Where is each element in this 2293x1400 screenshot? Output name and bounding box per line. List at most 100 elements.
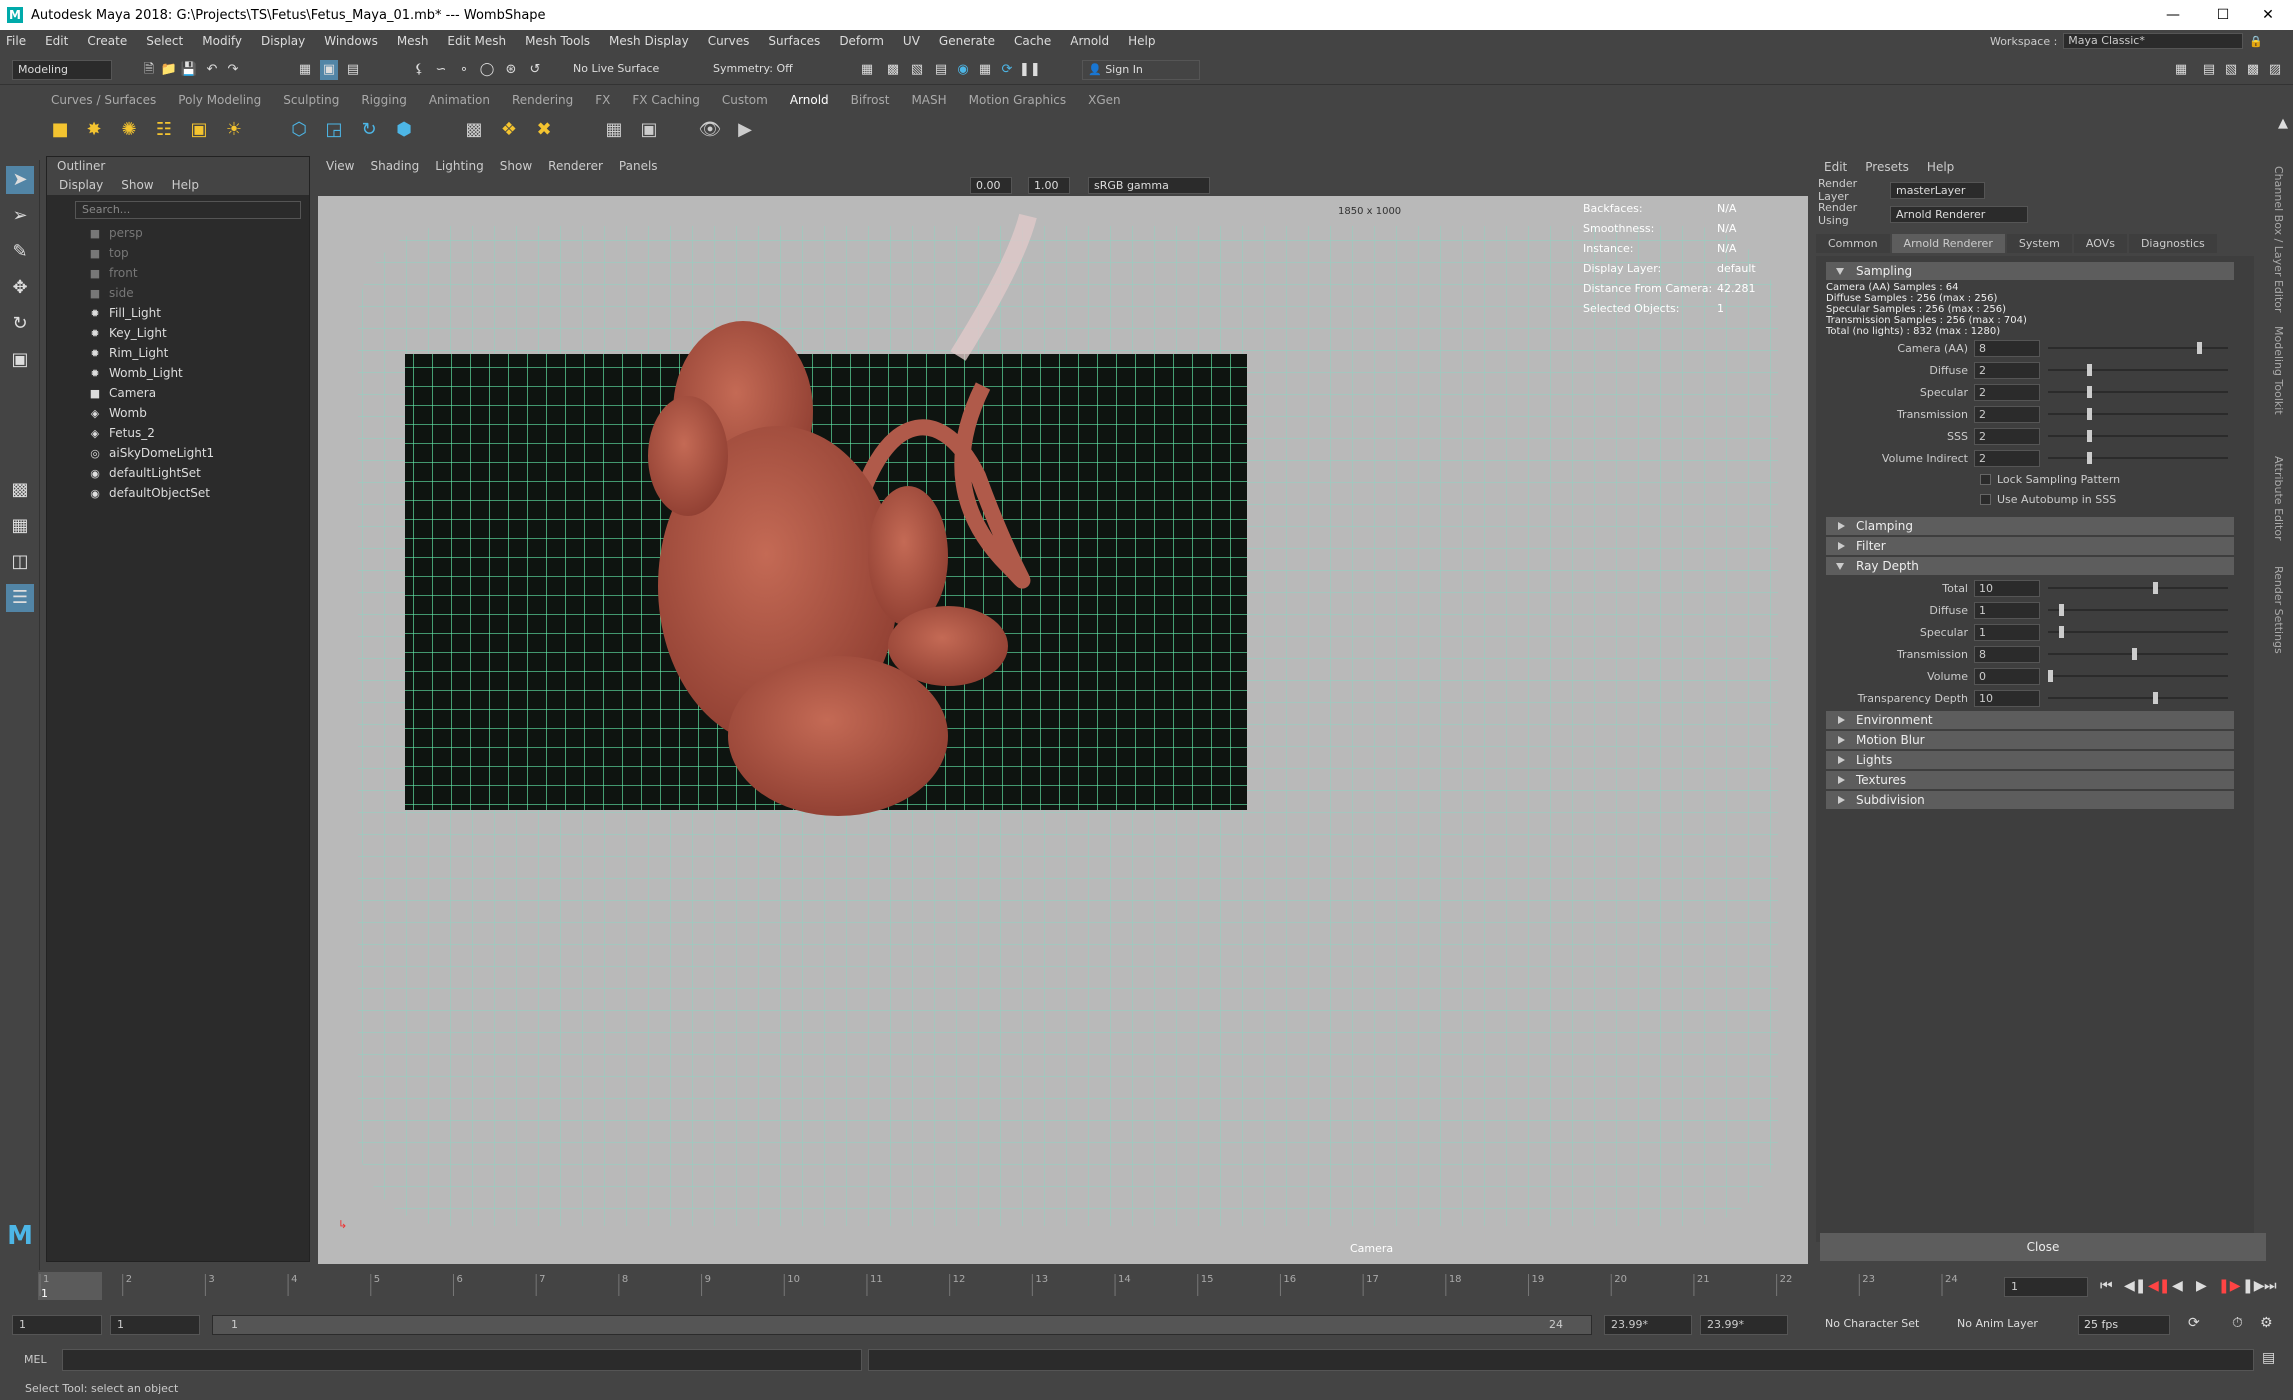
viewport-menu-panels[interactable]: Panels xyxy=(619,156,658,176)
arnold-ipr-icon[interactable]: ⟳ xyxy=(998,60,1016,80)
slider-handle[interactable] xyxy=(2086,364,2092,376)
area-light-icon[interactable]: ■ xyxy=(46,116,74,144)
rotate-tool-icon[interactable]: ↻ xyxy=(6,310,34,338)
select-object-icon[interactable]: ▣ xyxy=(320,60,338,80)
outliner-menu-help[interactable]: Help xyxy=(172,175,199,195)
frame-lights[interactable]: Lights xyxy=(1826,751,2234,769)
anim-layer-dropdown[interactable]: No Anim Layer xyxy=(1952,1315,2070,1335)
attribute-field[interactable]: 2 xyxy=(1974,383,2040,401)
select-hierarchy-icon[interactable]: ▦ xyxy=(296,60,314,80)
menu-edit[interactable]: Edit xyxy=(45,34,68,48)
curve-collector-icon[interactable]: ↻ xyxy=(355,116,383,144)
flush-cache-icon[interactable]: ❖ xyxy=(495,116,523,144)
ray-depth-frame[interactable]: Ray Depth xyxy=(1826,557,2234,575)
photometric-light-icon[interactable]: ✺ xyxy=(115,116,143,144)
select-tool-icon[interactable]: ➤ xyxy=(6,166,34,194)
attribute-field[interactable]: 0 xyxy=(1974,667,2040,685)
color-space-dropdown[interactable]: sRGB gamma xyxy=(1088,177,1210,194)
render-using-dropdown[interactable]: Arnold Renderer xyxy=(1890,205,2028,223)
open-scene-icon[interactable]: 📁 xyxy=(160,60,178,80)
viewport-menu-show[interactable]: Show xyxy=(500,156,532,176)
frame-subdivision[interactable]: Subdivision xyxy=(1826,791,2234,809)
outliner-item[interactable]: ■ persp xyxy=(47,223,309,243)
frame-motion-blur[interactable]: Motion Blur xyxy=(1826,731,2234,749)
menu-arnold[interactable]: Arnold xyxy=(1070,34,1109,48)
shelf-tab-fx[interactable]: FX xyxy=(584,90,621,110)
far-clip-field[interactable]: 1.00 xyxy=(1028,177,1070,194)
side-tab-modeling-toolkit[interactable]: Modeling Toolkit xyxy=(2272,326,2285,415)
portal-light-icon[interactable]: ▣ xyxy=(185,116,213,144)
viewport-panel[interactable]: View Shading Lighting Show Renderer Panels 0.… xyxy=(318,156,1808,1264)
redo-icon[interactable]: ↷ xyxy=(224,60,242,80)
outliner-item[interactable]: ■ top xyxy=(47,243,309,263)
attribute-slider[interactable] xyxy=(2048,342,2228,354)
outliner-menu-display[interactable]: Display xyxy=(59,175,103,195)
pause-ipr-icon[interactable]: ❚❚ xyxy=(1019,60,1041,80)
tool-settings-icon[interactable]: ▧ xyxy=(2222,60,2240,80)
render-view-shelf-icon[interactable]: 👁 xyxy=(696,116,724,144)
shelf-tab-bifrost[interactable]: Bifrost xyxy=(840,90,901,110)
modeling-toolkit-icon[interactable]: ▦ xyxy=(2172,60,2190,80)
shelf-tab-rendering[interactable]: Rendering xyxy=(501,90,584,110)
menu-mesh-display[interactable]: Mesh Display xyxy=(609,34,689,48)
menu-curves[interactable]: Curves xyxy=(708,34,750,48)
play-backwards-icon[interactable]: ◀ xyxy=(2172,1278,2183,1294)
snap-curve-icon[interactable]: ∽ xyxy=(432,60,450,80)
slider-handle[interactable] xyxy=(2153,582,2158,594)
attribute-slider[interactable] xyxy=(2048,648,2228,660)
scale-tool-icon[interactable]: ▣ xyxy=(6,346,34,374)
render-settings-menu-edit[interactable]: Edit xyxy=(1824,160,1847,174)
slider-handle[interactable] xyxy=(2086,452,2092,464)
select-component-icon[interactable]: ▤ xyxy=(344,60,362,80)
outliner-item[interactable]: ◈ Fetus_2 xyxy=(47,423,309,443)
render-layer-dropdown[interactable]: masterLayer xyxy=(1890,181,1985,199)
attribute-field[interactable]: 2 xyxy=(1974,405,2040,423)
render-settings-menu-help[interactable]: Help xyxy=(1927,160,1954,174)
paint-select-icon[interactable]: ✎ xyxy=(6,238,34,266)
sampling-frame[interactable]: Sampling xyxy=(1826,262,2234,280)
tab-diagnostics[interactable]: Diagnostics xyxy=(2128,234,2217,253)
lock-icon[interactable]: 🔒 xyxy=(2249,35,2263,48)
remove-icon[interactable]: ✖ xyxy=(530,116,558,144)
attribute-editor-icon[interactable]: ▤ xyxy=(2200,60,2218,80)
outliner-item[interactable]: ■ side xyxy=(47,283,309,303)
snap-view-plane-icon[interactable]: ◯ xyxy=(478,60,496,80)
undo-icon[interactable]: ↶ xyxy=(203,60,221,80)
character-set-dropdown[interactable]: No Character Set xyxy=(1820,1315,1938,1335)
auto-key-icon[interactable]: ⏱ xyxy=(2232,1315,2243,1331)
script-editor-icon[interactable]: ▤ xyxy=(2262,1350,2275,1366)
snap-grid-icon[interactable]: ⚸ xyxy=(410,60,428,80)
frame-filter[interactable]: Filter xyxy=(1826,537,2234,555)
menu-modify[interactable]: Modify xyxy=(202,34,242,48)
outliner-item[interactable]: ✹ Key_Light xyxy=(47,323,309,343)
layer-editor-icon[interactable]: ▨ xyxy=(2266,60,2284,80)
shelf-tab-custom[interactable]: Custom xyxy=(711,90,779,110)
menu-set-dropdown[interactable]: Modeling xyxy=(12,60,112,80)
render-shelf-icon[interactable]: ▶ xyxy=(731,116,759,144)
script-language-label[interactable]: MEL xyxy=(24,1353,47,1366)
attribute-slider[interactable] xyxy=(2048,692,2228,704)
outliner-item[interactable]: ■ front xyxy=(47,263,309,283)
snap-vertex-icon[interactable]: ↺ xyxy=(526,60,544,80)
lasso-tool-icon[interactable]: ➢ xyxy=(6,202,34,230)
viewport-menu-renderer[interactable]: Renderer xyxy=(548,156,603,176)
playback-start-field[interactable]: 1 xyxy=(110,1315,200,1335)
slider-handle[interactable] xyxy=(2153,692,2158,704)
attribute-field[interactable]: 10 xyxy=(1974,579,2040,597)
outliner-item[interactable]: ■ Camera xyxy=(47,383,309,403)
live-surface-field[interactable]: No Live Surface xyxy=(568,60,678,80)
frame-environment[interactable]: Environment xyxy=(1826,711,2234,729)
frame-clamping[interactable]: Clamping xyxy=(1826,517,2234,535)
arnold-render-view-icon[interactable]: ▦ xyxy=(976,60,994,80)
tab-system[interactable]: System xyxy=(2006,234,2072,253)
shelf-tab-fx-caching[interactable]: FX Caching xyxy=(621,90,710,110)
attribute-field[interactable]: 10 xyxy=(1974,689,2040,707)
new-scene-icon[interactable]: 🗎 xyxy=(140,60,158,80)
ipr-render-icon[interactable]: ▧ xyxy=(908,60,926,80)
single-pane-icon[interactable]: ▩ xyxy=(6,476,34,504)
attribute-field[interactable]: 2 xyxy=(1974,427,2040,445)
attribute-slider[interactable] xyxy=(2048,604,2228,616)
close-icon[interactable]: ✕ xyxy=(2243,0,2293,30)
near-clip-field[interactable]: 0.00 xyxy=(970,177,1012,194)
menu-uv[interactable]: UV xyxy=(903,34,920,48)
